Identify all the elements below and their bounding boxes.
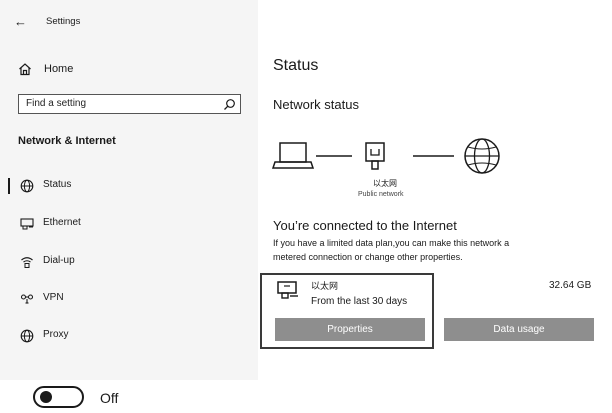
- sidebar-item-label: Ethernet: [43, 217, 81, 228]
- ethernet-icon: [20, 218, 34, 230]
- toggle-state-label: Off: [100, 390, 119, 406]
- selection-indicator: [8, 328, 10, 344]
- ethernet-port-icon: [365, 142, 385, 170]
- ethernet-icon: [277, 281, 298, 299]
- sidebar-item-ethernet[interactable]: Ethernet: [0, 213, 258, 235]
- properties-button[interactable]: Properties: [275, 318, 425, 341]
- toggle-knob: [40, 391, 52, 403]
- info-text-line: If you have a limited data plan,you can …: [273, 238, 510, 248]
- network-diagram: [271, 138, 500, 174]
- sidebar-item-label: Proxy: [43, 329, 69, 340]
- sidebar-item-dialup[interactable]: Dial-up: [0, 251, 258, 273]
- header: ← Settings: [14, 15, 80, 28]
- sidebar: ← Settings Home Find a setting Network &…: [0, 0, 258, 380]
- internet-globe-icon: [464, 138, 500, 174]
- globe-icon: [20, 179, 34, 193]
- page-title: Status: [273, 57, 319, 74]
- settings-window: ← Settings Home Find a setting Network &…: [0, 0, 612, 413]
- connection-status-text: You’re connected to the Internet: [273, 218, 457, 233]
- sidebar-item-label: Status: [43, 179, 72, 190]
- vpn-icon: [20, 294, 34, 304]
- home-label: Home: [44, 63, 74, 75]
- selection-indicator: [8, 216, 10, 232]
- network-type-label: Public network: [358, 191, 404, 198]
- dialup-icon: [21, 257, 33, 268]
- usage-period: From the last 30 days: [311, 296, 408, 307]
- sidebar-item-label: VPN: [43, 292, 64, 303]
- home-link[interactable]: Home: [18, 62, 73, 76]
- globe-icon: [20, 329, 34, 343]
- sidebar-item-vpn[interactable]: VPN: [0, 288, 258, 310]
- selection-indicator: [8, 178, 10, 194]
- laptop-icon: [271, 142, 315, 169]
- section-title: Network status: [273, 97, 359, 112]
- search-input[interactable]: Find a setting: [18, 94, 241, 114]
- search-placeholder: Find a setting: [26, 98, 87, 109]
- toggle-switch[interactable]: [33, 386, 84, 408]
- selection-indicator: [8, 291, 10, 307]
- sidebar-item-proxy[interactable]: Proxy: [0, 325, 258, 347]
- back-arrow-icon[interactable]: ←: [14, 15, 28, 28]
- home-icon: [19, 63, 31, 76]
- data-usage-amount: 32.64 GB: [549, 280, 592, 291]
- section-heading: Network & Internet: [18, 135, 116, 147]
- sidebar-item-status[interactable]: Status: [0, 175, 258, 197]
- data-usage-button[interactable]: Data usage: [444, 318, 594, 341]
- search-icon[interactable]: [223, 98, 236, 111]
- info-text-line: metered connection or change other prope…: [273, 252, 463, 262]
- network-name: 以太网: [311, 281, 339, 291]
- sidebar-item-label: Dial-up: [43, 255, 75, 266]
- window-title: Settings: [46, 16, 81, 27]
- selection-indicator: [8, 254, 10, 270]
- network-name-label: 以太网: [373, 179, 397, 188]
